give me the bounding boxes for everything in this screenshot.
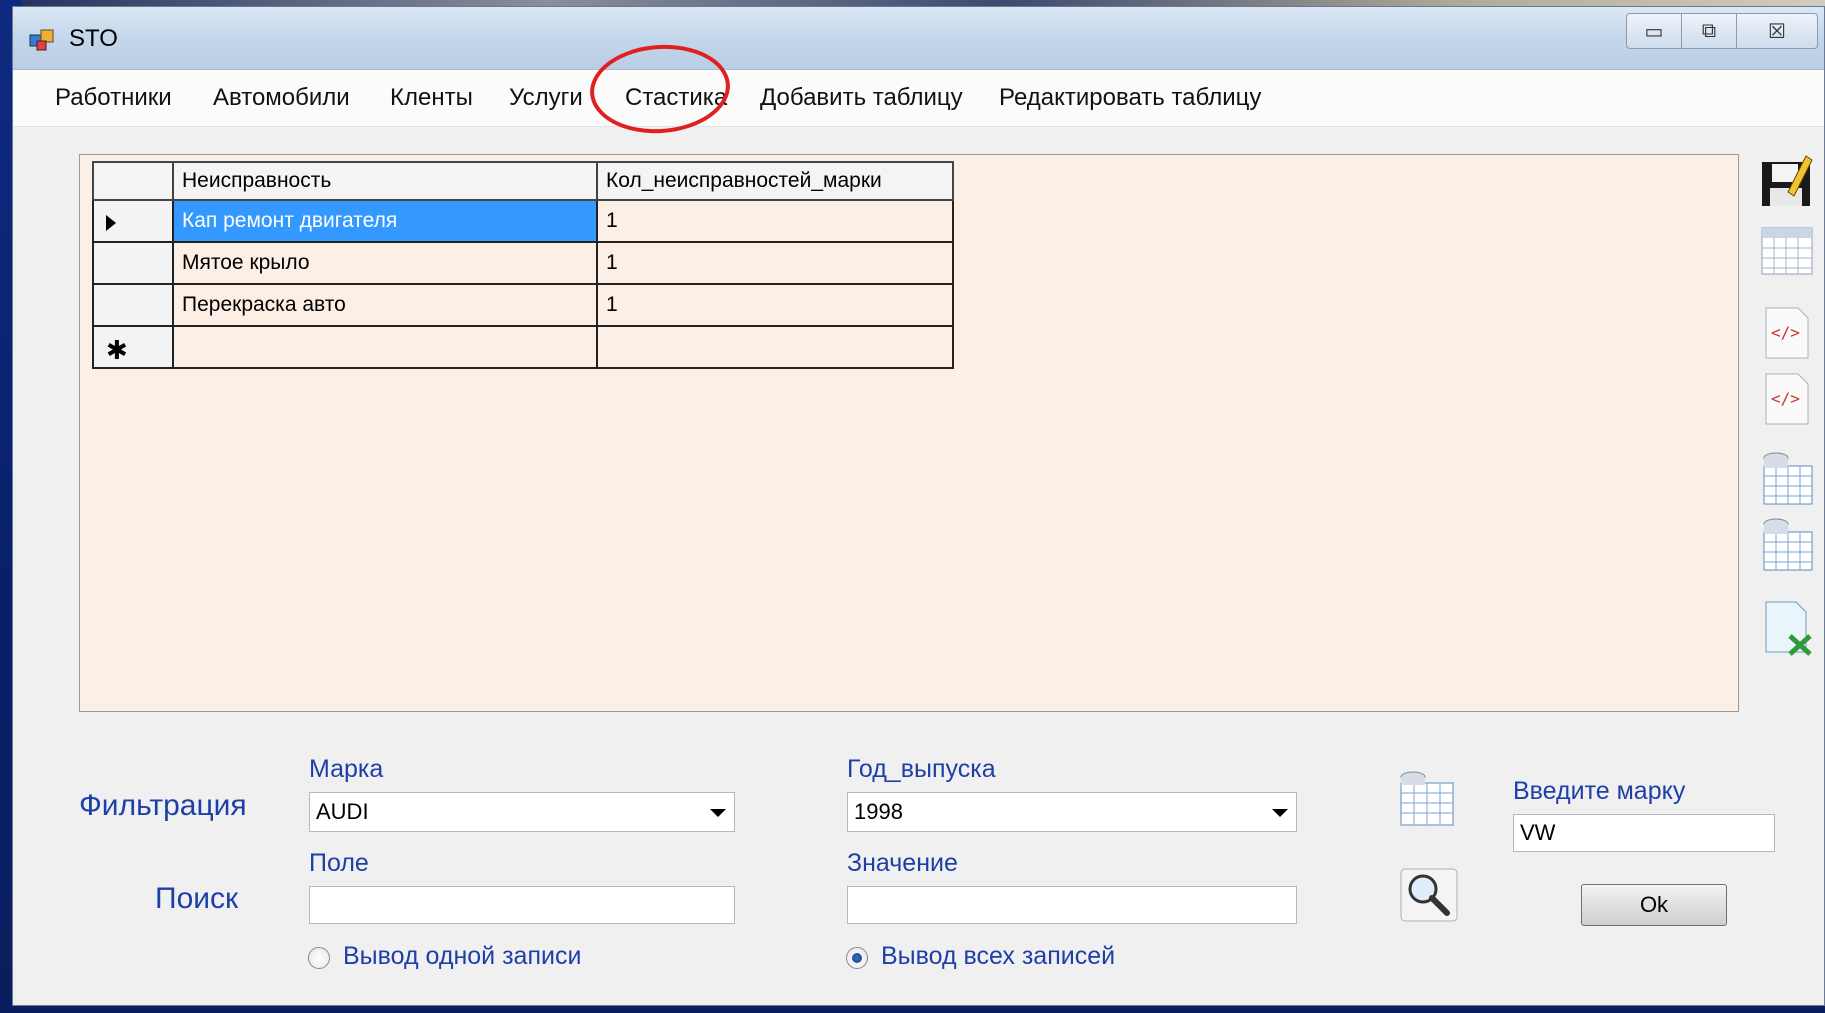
minimize-icon: ▭ bbox=[1644, 20, 1664, 43]
value-label: Значение bbox=[847, 849, 958, 877]
year-combobox-value: 1998 bbox=[854, 799, 903, 824]
ok-button[interactable]: Ok bbox=[1581, 884, 1727, 926]
title-bar[interactable]: STO ▭ ⧉ ☒ bbox=[13, 7, 1824, 70]
search-section-label: Поиск bbox=[155, 882, 239, 915]
data-grid-panel: Неисправность Кол_неисправностей_марки К… bbox=[79, 154, 1739, 712]
maximize-icon: ⧉ bbox=[1701, 19, 1717, 42]
menu-bar: Работники Автомобили Кленты Услуги Стаст… bbox=[13, 70, 1824, 127]
chevron-down-icon[interactable] bbox=[1272, 809, 1288, 817]
data-grid: Неисправность Кол_неисправностей_марки К… bbox=[92, 161, 954, 369]
grid-corner-header[interactable] bbox=[92, 161, 174, 201]
new-row[interactable]: ✱ bbox=[92, 325, 954, 369]
table-row[interactable]: Перекраска авто 1 bbox=[92, 283, 954, 327]
row-header-current[interactable] bbox=[92, 199, 174, 243]
search-icon[interactable] bbox=[1399, 865, 1459, 925]
menu-item-edit-table[interactable]: Редактировать таблицу bbox=[999, 70, 1261, 126]
radio-all-records-label[interactable]: Вывод всех записей bbox=[881, 942, 1115, 971]
radio-one-record[interactable] bbox=[308, 947, 330, 969]
menu-item-add-table[interactable]: Добавить таблицу bbox=[760, 70, 963, 126]
brand-combobox-value: AUDI bbox=[316, 799, 369, 824]
grid-cell-fault[interactable]: Мятое крыло bbox=[172, 241, 598, 285]
database-table-icon-2[interactable] bbox=[1758, 516, 1816, 574]
year-label: Год_выпуска bbox=[847, 755, 996, 783]
filter-table-icon[interactable] bbox=[1397, 769, 1457, 829]
table-row[interactable]: Кап ремонт двигателя 1 bbox=[92, 199, 954, 243]
column-header-count[interactable]: Кол_неисправностей_марки bbox=[596, 161, 954, 201]
menu-item-workers[interactable]: Работники bbox=[55, 70, 172, 126]
maximize-button[interactable]: ⧉ bbox=[1682, 13, 1737, 49]
excel-export-icon[interactable] bbox=[1758, 598, 1816, 656]
close-button[interactable]: ☒ bbox=[1737, 13, 1818, 49]
year-combobox[interactable]: 1998 bbox=[847, 792, 1297, 832]
row-header[interactable] bbox=[92, 241, 174, 285]
grid-cell-fault[interactable]: Кап ремонт двигателя bbox=[172, 199, 598, 243]
app-icon bbox=[29, 29, 54, 51]
radio-all-records[interactable] bbox=[846, 947, 868, 969]
new-row-star-icon: ✱ bbox=[106, 335, 128, 365]
brand-combobox[interactable]: AUDI bbox=[309, 792, 735, 832]
grid-cell-count[interactable]: 1 bbox=[596, 283, 954, 327]
current-row-arrow-icon bbox=[106, 215, 116, 231]
enter-brand-label: Введите марку bbox=[1513, 777, 1686, 805]
database-table-icon[interactable] bbox=[1758, 450, 1816, 508]
grid-header-row: Неисправность Кол_неисправностей_марки bbox=[92, 161, 954, 201]
row-header[interactable] bbox=[92, 283, 174, 327]
grid-cell-count-new[interactable] bbox=[596, 325, 954, 369]
xml-file-icon[interactable]: </> bbox=[1758, 304, 1816, 362]
field-label: Поле bbox=[309, 849, 369, 877]
row-header-new[interactable]: ✱ bbox=[92, 325, 174, 369]
filter-section-label: Фильтрация bbox=[79, 789, 247, 822]
field-input[interactable] bbox=[309, 886, 735, 924]
svg-text:</>: </> bbox=[1771, 323, 1800, 342]
column-header-fault[interactable]: Неисправность bbox=[172, 161, 598, 201]
grid-cell-fault[interactable]: Перекраска авто bbox=[172, 283, 598, 327]
minimize-button[interactable]: ▭ bbox=[1626, 13, 1682, 49]
window-controls: ▭ ⧉ ☒ bbox=[1626, 13, 1818, 49]
save-edit-icon[interactable] bbox=[1758, 152, 1816, 210]
xml-file-icon-2[interactable]: </> bbox=[1758, 370, 1816, 428]
grid-cell-fault-new[interactable] bbox=[172, 325, 598, 369]
close-icon: ☒ bbox=[1768, 20, 1786, 43]
menu-item-services[interactable]: Услуги bbox=[509, 70, 583, 126]
menu-item-clients[interactable]: Кленты bbox=[390, 70, 473, 126]
svg-text:</>: </> bbox=[1771, 389, 1800, 408]
table-row[interactable]: Мятое крыло 1 bbox=[92, 241, 954, 285]
grid-cell-count[interactable]: 1 bbox=[596, 241, 954, 285]
chevron-down-icon[interactable] bbox=[710, 809, 726, 817]
grid-cell-count[interactable]: 1 bbox=[596, 199, 954, 243]
value-input[interactable] bbox=[847, 886, 1297, 924]
brand-label: Марка bbox=[309, 755, 384, 783]
radio-one-record-label[interactable]: Вывод одной записи bbox=[343, 942, 581, 971]
brand-input[interactable]: VW bbox=[1513, 814, 1775, 852]
menu-item-cars[interactable]: Автомобили bbox=[213, 70, 350, 126]
table-icon[interactable] bbox=[1758, 222, 1816, 280]
app-window: STO ▭ ⧉ ☒ Работники Автомобили Кленты Ус… bbox=[12, 6, 1825, 1006]
window-title: STO bbox=[69, 25, 118, 52]
